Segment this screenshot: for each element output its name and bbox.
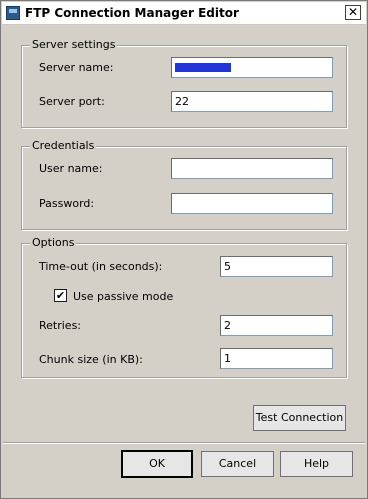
server-name-field[interactable] <box>171 57 333 78</box>
chunk-size-label: Chunk size (in KB): <box>39 353 143 366</box>
passive-mode-label[interactable]: Use passive mode <box>73 290 173 303</box>
passive-mode-checkbox[interactable]: ✔ <box>54 289 67 302</box>
chunk-size-field[interactable]: 1 <box>220 348 333 369</box>
ok-button[interactable]: OK <box>121 450 193 478</box>
window-title: FTP Connection Manager Editor <box>25 6 239 20</box>
cancel-button[interactable]: Cancel <box>201 451 274 477</box>
retries-field[interactable]: 2 <box>220 315 333 336</box>
timeout-label: Time-out (in seconds): <box>39 260 163 273</box>
ftp-connection-icon <box>6 6 20 20</box>
options-legend: Options <box>30 236 77 249</box>
password-field[interactable] <box>171 193 333 214</box>
user-name-field[interactable] <box>171 158 333 179</box>
retries-label: Retries: <box>39 319 82 332</box>
close-icon[interactable]: ✕ <box>345 5 361 20</box>
server-port-field[interactable]: 22 <box>171 91 333 112</box>
test-connection-button[interactable]: Test Connection <box>253 405 346 431</box>
footer-divider <box>3 442 365 444</box>
credentials-legend: Credentials <box>30 139 97 152</box>
user-name-label: User name: <box>39 162 103 175</box>
server-settings-legend: Server settings <box>30 38 118 51</box>
redacted-server-name <box>175 63 231 72</box>
password-label: Password: <box>39 197 95 210</box>
ftp-connection-manager-dialog: FTP Connection Manager Editor ✕ Server s… <box>0 0 368 499</box>
server-name-label: Server name: <box>39 61 114 74</box>
timeout-field[interactable]: 5 <box>220 256 333 277</box>
server-port-label: Server port: <box>39 95 105 108</box>
checkmark-icon: ✔ <box>55 289 66 302</box>
title-bar[interactable]: FTP Connection Manager Editor ✕ <box>2 2 366 25</box>
help-button[interactable]: Help <box>280 451 353 477</box>
